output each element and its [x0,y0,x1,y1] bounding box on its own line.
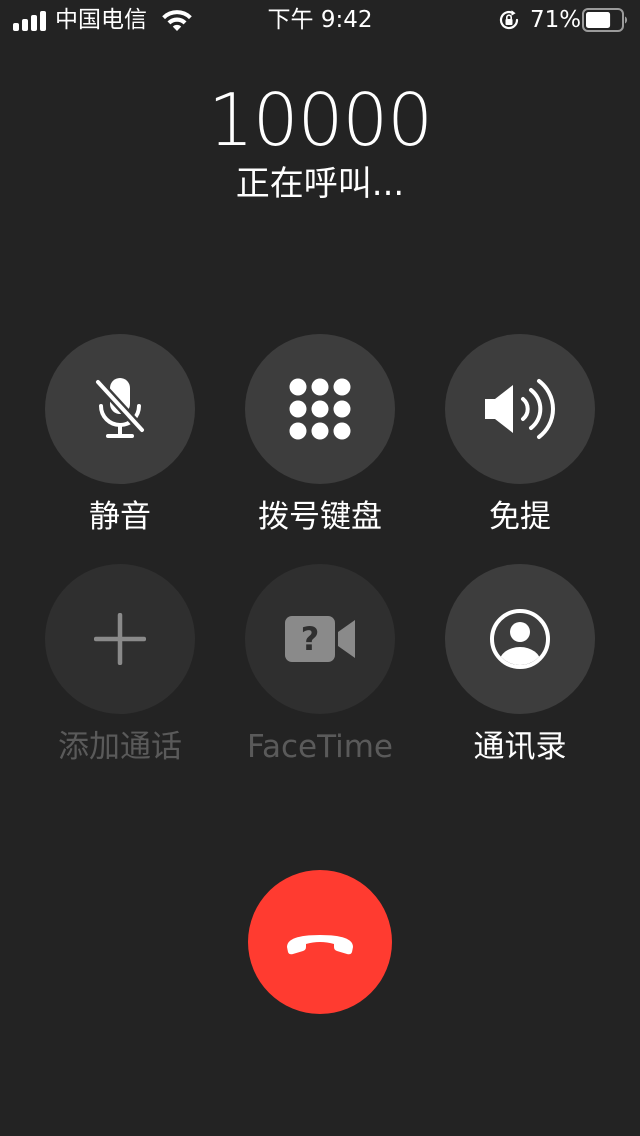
facetime-button[interactable]: ? FaceTime [220,564,420,766]
speaker-button-circle[interactable] [445,334,595,484]
mute-button[interactable]: 静音 [20,334,220,536]
keypad-button-circle[interactable] [245,334,395,484]
end-call-phone-icon [287,935,353,955]
battery-icon [582,8,628,32]
call-screen: 中国电信 下午 9:42 71% 10000 正在呼叫... 静音 拨号键盘 免… [0,0,640,1136]
add-call-label: 添加通话 [58,729,182,765]
mute-button-circle[interactable] [45,334,195,484]
facetime-button-circle[interactable]: ? [245,564,395,714]
facetime-label: FaceTime [247,729,393,765]
call-status: 正在呼叫... [235,164,405,204]
keypad-icon [289,378,351,440]
mute-microphone-icon [94,378,146,438]
signal-icon [13,9,47,31]
contacts-label: 通讯录 [473,729,567,765]
status-time: 下午 9:42 [267,7,373,33]
speaker-button[interactable]: 免提 [420,334,620,536]
keypad-button[interactable]: 拨号键盘 [220,334,420,536]
speaker-icon [485,379,555,439]
contact-icon [490,609,550,669]
contacts-button[interactable]: 通讯录 [420,564,620,766]
svg-text:?: ? [301,620,320,658]
add-call-button-circle[interactable] [45,564,195,714]
plus-icon [94,613,146,665]
speaker-label: 免提 [489,499,551,535]
carrier-name: 中国电信 [55,7,147,33]
battery-percent: 71% [530,7,582,33]
wifi-icon [162,10,192,31]
contacts-button-circle[interactable] [445,564,595,714]
caller-number: 10000 [207,78,433,162]
add-call-button[interactable]: 添加通话 [20,564,220,766]
facetime-video-icon: ? [285,616,355,662]
keypad-label: 拨号键盘 [258,499,382,535]
end-call-button[interactable] [248,870,392,1014]
mute-label: 静音 [89,499,151,535]
rotation-lock-icon [499,10,519,30]
status-bar: 中国电信 下午 9:42 71% [0,0,640,40]
